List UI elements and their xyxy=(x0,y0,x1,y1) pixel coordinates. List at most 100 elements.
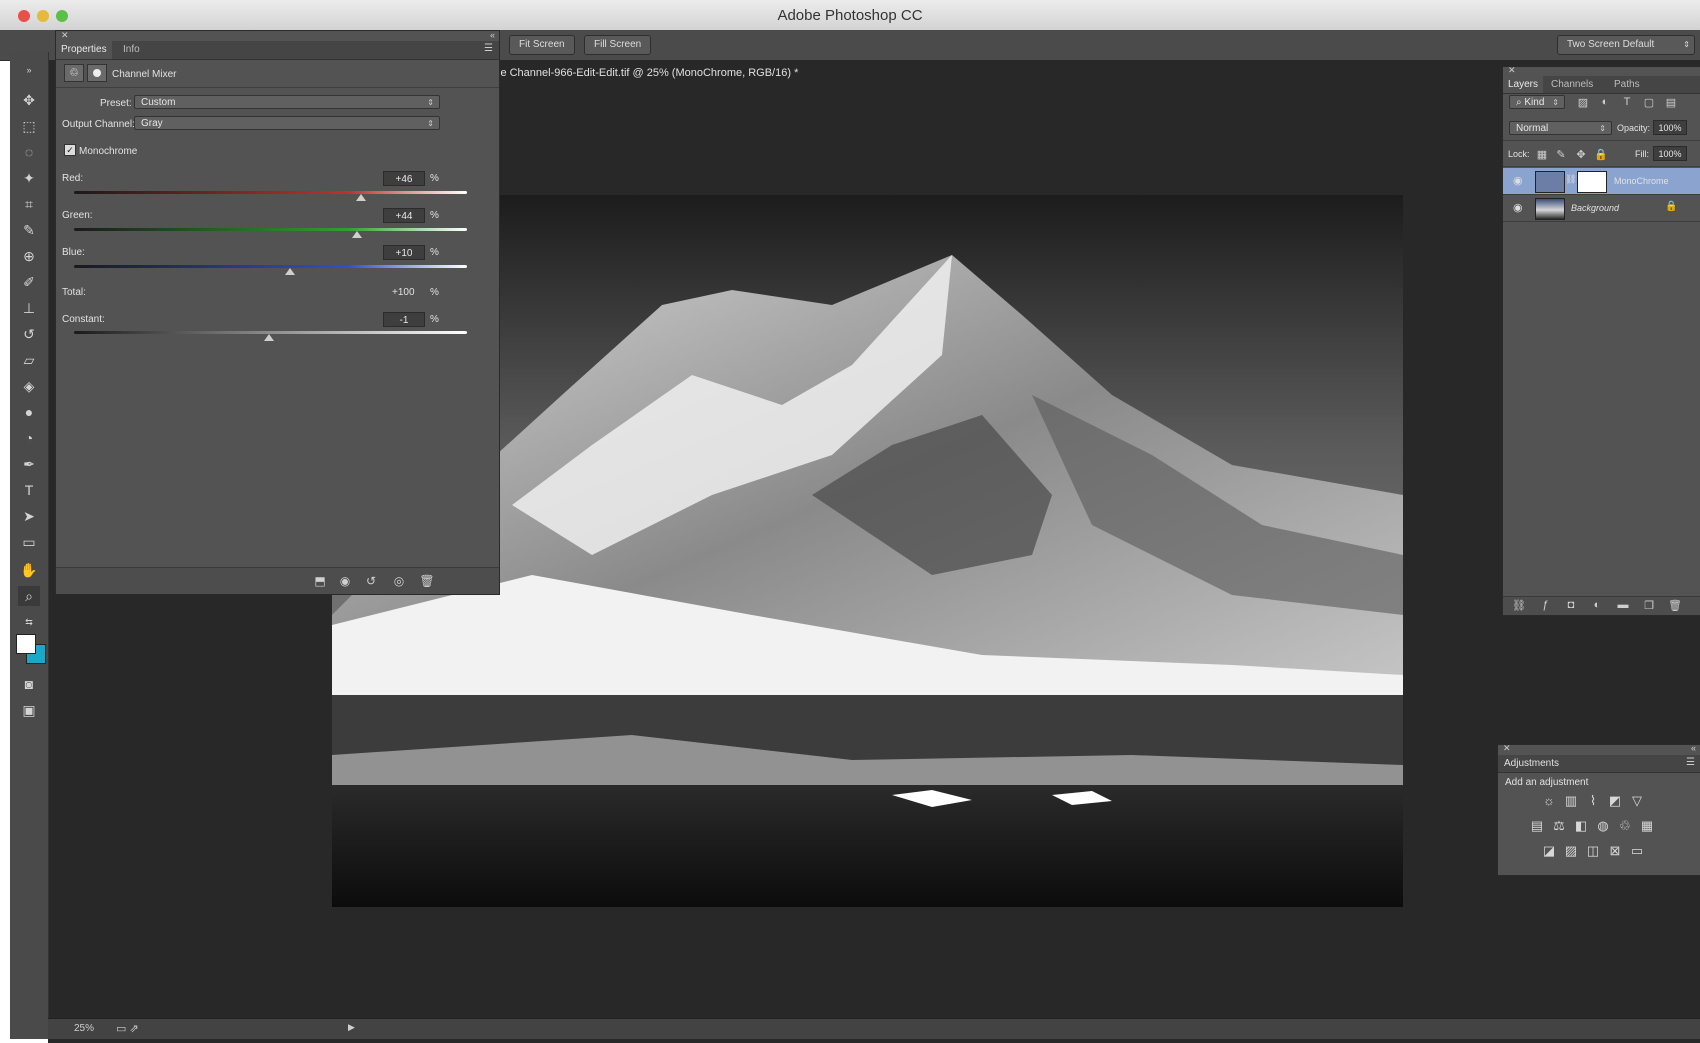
collapse-panel-icon[interactable]: « xyxy=(1691,743,1696,753)
new-layer-icon[interactable]: ❐ xyxy=(1641,599,1657,612)
hue-saturation-icon[interactable]: ▤ xyxy=(1528,818,1546,834)
tab-layers[interactable]: Layers xyxy=(1503,76,1544,93)
move-tool-icon[interactable]: ✥ xyxy=(18,90,40,110)
path-selection-tool-icon[interactable]: ➤ xyxy=(18,506,40,526)
tab-info[interactable]: Info xyxy=(118,41,145,59)
invert-icon[interactable]: ◪ xyxy=(1540,843,1558,859)
red-value-input[interactable]: +46 xyxy=(383,171,425,186)
layer-name[interactable]: MonoChrome xyxy=(1614,176,1669,186)
marquee-tool-icon[interactable]: ⬚ xyxy=(18,116,40,136)
channel-mixer-icon[interactable]: ♲ xyxy=(1616,818,1634,834)
output-channel-select[interactable]: Gray ⇕ xyxy=(134,116,440,130)
view-previous-state-icon[interactable]: ◉ xyxy=(336,573,354,589)
layer-row-monochrome[interactable]: ◉ ⛓ MonoChrome xyxy=(1503,168,1700,195)
swap-colors-icon[interactable]: ⇆ xyxy=(18,612,40,632)
fit-screen-button[interactable]: Fit Screen xyxy=(509,35,575,55)
red-slider-track[interactable] xyxy=(74,191,467,194)
collapse-panel-icon[interactable]: « xyxy=(490,30,495,40)
blue-slider-thumb[interactable] xyxy=(285,268,296,275)
selective-color-icon[interactable]: ⊠ xyxy=(1606,843,1624,859)
lock-all-icon[interactable]: 🔒 xyxy=(1593,148,1609,161)
panel-menu-icon[interactable]: ☰ xyxy=(1686,757,1695,768)
hand-tool-icon[interactable]: ✋ xyxy=(18,560,40,580)
brush-tool-icon[interactable]: ✐ xyxy=(18,272,40,292)
opacity-input[interactable]: 100% xyxy=(1653,120,1687,135)
gradient-map-icon[interactable]: ▭ xyxy=(1628,843,1646,859)
lock-position-icon[interactable]: ✥ xyxy=(1573,148,1589,161)
new-group-icon[interactable]: ▬ xyxy=(1615,599,1631,611)
constant-slider-thumb[interactable] xyxy=(263,334,274,341)
green-value-input[interactable]: +44 xyxy=(383,208,425,223)
add-mask-icon[interactable]: ◘ xyxy=(1563,599,1579,611)
eyedropper-tool-icon[interactable]: ✎ xyxy=(18,220,40,240)
close-panel-icon[interactable]: ✕ xyxy=(61,30,69,41)
quick-mask-icon[interactable]: ◙ xyxy=(18,674,40,694)
pixel-filter-icon[interactable]: ▨ xyxy=(1575,96,1591,109)
layer-name[interactable]: Background xyxy=(1571,203,1619,213)
constant-value-input[interactable]: -1 xyxy=(383,312,425,327)
history-brush-tool-icon[interactable]: ↺ xyxy=(18,324,40,344)
close-panel-icon[interactable]: ✕ xyxy=(1508,65,1516,76)
clone-stamp-tool-icon[interactable]: ⊥ xyxy=(18,298,40,318)
smart-object-filter-icon[interactable]: ▤ xyxy=(1663,96,1679,109)
workspace-select[interactable]: Two Screen Default ⇕ xyxy=(1557,35,1695,55)
rectangle-tool-icon[interactable]: ▭ xyxy=(18,532,40,552)
tab-paths[interactable]: Paths xyxy=(1609,76,1645,93)
delete-icon[interactable]: 🗑 xyxy=(418,573,436,589)
delete-layer-icon[interactable]: 🗑 xyxy=(1667,599,1683,612)
foreground-color-swatch[interactable] xyxy=(16,634,36,654)
lock-transparent-icon[interactable]: ▦ xyxy=(1534,148,1550,161)
monochrome-checkbox[interactable]: ✓ xyxy=(64,144,76,156)
type-tool-icon[interactable]: T xyxy=(18,480,40,500)
blue-slider-track[interactable] xyxy=(74,265,467,268)
chain-link-icon[interactable]: ⛓ xyxy=(1565,174,1576,185)
layer-mask-thumbnail[interactable] xyxy=(1577,171,1607,193)
black-white-icon[interactable]: ◧ xyxy=(1572,818,1590,834)
layer-mask-icon[interactable] xyxy=(87,64,107,82)
lock-pixels-icon[interactable]: ✎ xyxy=(1553,148,1569,161)
blue-value-input[interactable]: +10 xyxy=(383,245,425,260)
tab-properties[interactable]: Properties xyxy=(56,41,112,59)
color-balance-icon[interactable]: ⚖ xyxy=(1550,818,1568,834)
fill-screen-button[interactable]: Fill Screen xyxy=(584,35,652,55)
status-menu-arrow-icon[interactable]: ▶ xyxy=(348,1022,355,1033)
reset-icon[interactable]: ↺ xyxy=(362,573,380,589)
red-slider-thumb[interactable] xyxy=(355,194,366,201)
status-icon[interactable]: ▭ ⇗ xyxy=(116,1022,139,1035)
layer-row-background[interactable]: ◉ Background 🔒 xyxy=(1503,195,1700,222)
adjustment-filter-icon[interactable]: ◐ xyxy=(1597,96,1613,108)
curves-icon[interactable]: ⌇ xyxy=(1584,793,1602,809)
posterize-icon[interactable]: ▨ xyxy=(1562,843,1580,859)
pen-tool-icon[interactable]: ✒ xyxy=(18,454,40,474)
eye-icon[interactable]: ◉ xyxy=(1513,201,1523,214)
crop-tool-icon[interactable]: ⌗ xyxy=(18,194,40,214)
color-lookup-icon[interactable]: ▦ xyxy=(1638,818,1656,834)
zoom-tool-icon[interactable]: ⌕ xyxy=(18,586,40,606)
close-panel-icon[interactable]: ✕ xyxy=(1503,743,1511,754)
eraser-tool-icon[interactable]: ▱ xyxy=(18,350,40,370)
blend-mode-select[interactable]: Normal ⇕ xyxy=(1509,121,1612,135)
adjustments-title[interactable]: Adjustments xyxy=(1504,758,1559,769)
panel-menu-icon[interactable]: ☰ xyxy=(484,43,493,54)
tab-channels[interactable]: Channels xyxy=(1546,76,1598,93)
screen-mode-icon[interactable]: ▣ xyxy=(18,700,40,720)
collapse-icon[interactable]: » xyxy=(18,60,40,80)
magic-wand-tool-icon[interactable]: ✦ xyxy=(18,168,40,188)
fx-icon[interactable]: ƒ xyxy=(1537,599,1553,611)
fill-input[interactable]: 100% xyxy=(1653,146,1687,161)
exposure-icon[interactable]: ◩ xyxy=(1606,793,1624,809)
visibility-icon[interactable]: ◎ xyxy=(390,573,408,589)
eye-icon[interactable]: ◉ xyxy=(1513,174,1523,187)
brightness-contrast-icon[interactable]: ☼ xyxy=(1540,793,1558,809)
paint-bucket-tool-icon[interactable]: ◈ xyxy=(18,376,40,396)
clip-to-layer-icon[interactable]: ⬒ xyxy=(311,573,329,589)
dodge-tool-icon[interactable]: ◔ xyxy=(18,428,40,448)
photo-filter-icon[interactable]: ◍ xyxy=(1594,818,1612,834)
threshold-icon[interactable]: ◫ xyxy=(1584,843,1602,859)
healing-brush-tool-icon[interactable]: ⊕ xyxy=(18,246,40,266)
link-layers-icon[interactable]: ⛓ xyxy=(1511,599,1527,612)
new-adjustment-icon[interactable]: ◐ xyxy=(1589,599,1605,611)
preset-select[interactable]: Custom ⇕ xyxy=(134,95,440,109)
zoom-level[interactable]: 25% xyxy=(74,1023,94,1034)
document-tab[interactable]: le Channel-966-Edit-Edit.tif @ 25% (Mono… xyxy=(498,63,798,83)
